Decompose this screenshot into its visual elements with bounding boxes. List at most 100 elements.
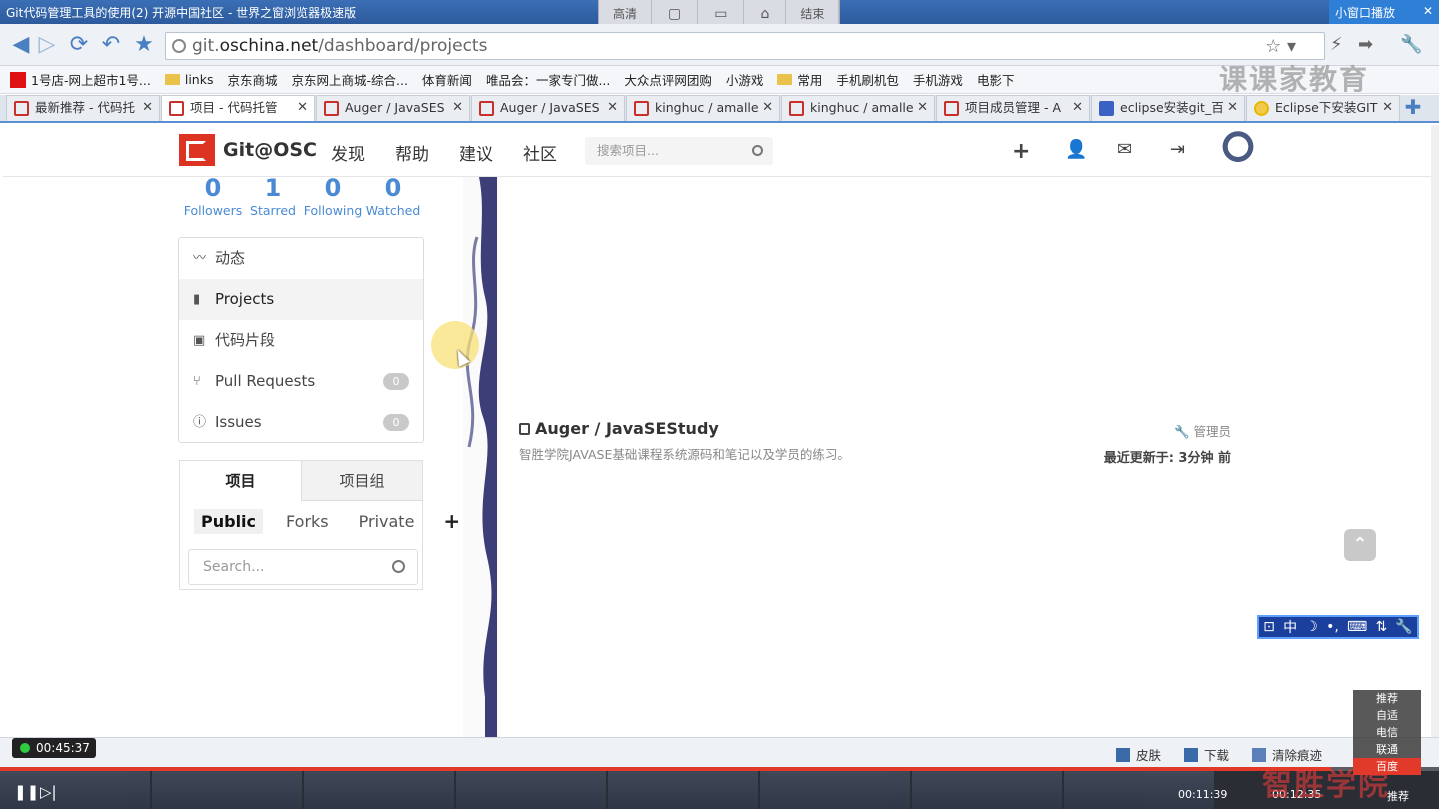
sidebar-item-issues[interactable]: ⓘ Issues 0: [179, 402, 423, 443]
filter-private[interactable]: Private: [352, 509, 422, 534]
ime-moon-icon[interactable]: ☽: [1305, 619, 1318, 635]
ime-punct-icon[interactable]: •,: [1326, 619, 1339, 635]
nav-suggest[interactable]: 建议: [459, 140, 493, 165]
close-icon[interactable]: ✕: [1423, 4, 1433, 20]
tab-close-icon[interactable]: ✕: [1227, 96, 1238, 120]
site-logo[interactable]: Git@OSC: [179, 134, 317, 166]
search-icon[interactable]: [752, 145, 763, 156]
tab-close-icon[interactable]: ✕: [762, 96, 773, 120]
skin-button[interactable]: 皮肤: [1116, 745, 1161, 764]
go-arrow-icon[interactable]: ➡: [1358, 34, 1373, 55]
browser-tab[interactable]: kinghuc / amalle ✕: [626, 95, 780, 121]
ime-toggle-icon[interactable]: ⇅: [1375, 619, 1387, 635]
ime-keyboard-icon[interactable]: ⌨: [1347, 619, 1367, 635]
mail-icon[interactable]: ✉: [1117, 139, 1132, 160]
recommend-button[interactable]: 推荐: [1383, 789, 1413, 805]
logout-icon[interactable]: ⇥: [1170, 139, 1185, 160]
project-search-input[interactable]: 搜索项目...: [585, 137, 773, 165]
sidebar-item-pull-requests[interactable]: ⑂ Pull Requests 0: [179, 361, 423, 402]
download-button[interactable]: 下载: [1184, 745, 1229, 764]
browser-tab[interactable]: eclipse安装git_百 ✕: [1091, 95, 1245, 121]
mini-window-button[interactable]: 小窗口播放 ✕: [1329, 0, 1439, 24]
scroll-to-top-button[interactable]: ⌃: [1344, 529, 1376, 561]
filter-public[interactable]: Public: [194, 508, 264, 534]
shield-favicon-icon: [1254, 101, 1269, 116]
quality-option[interactable]: 联通: [1353, 741, 1421, 758]
project-list-item[interactable]: Auger / JavaSEStudy 智胜学院JAVASE基础课程系统源码和笔…: [519, 419, 1231, 466]
browser-tab[interactable]: Auger / JavaSES ✕: [471, 95, 625, 121]
browser-tab[interactable]: 项目成员管理 - A ✕: [936, 95, 1090, 121]
ime-logo-icon[interactable]: ⊡: [1263, 619, 1275, 635]
tab-close-icon[interactable]: ✕: [607, 96, 618, 120]
quality-option[interactable]: 推荐: [1353, 690, 1421, 707]
page-scrollbar[interactable]: [1431, 125, 1439, 737]
nav-help[interactable]: 帮助: [395, 140, 429, 165]
tab-close-icon[interactable]: ✕: [297, 96, 308, 120]
bookmark-item[interactable]: 京东商城: [227, 70, 277, 89]
bookmark-item[interactable]: 大众点评网团购: [624, 70, 712, 89]
stat-number: 0: [324, 174, 342, 202]
bookmark-item[interactable]: 小游戏: [726, 70, 764, 89]
bookmark-item[interactable]: 1号店-网上超市1号...: [10, 70, 151, 89]
stat-watched[interactable]: 0 Watched: [363, 173, 423, 218]
forward-icon[interactable]: ▷: [34, 32, 60, 58]
sidebar-item-activity[interactable]: 〰动态: [179, 238, 423, 279]
filter-forks[interactable]: Forks: [279, 509, 336, 534]
bookmark-item[interactable]: 电影下: [977, 70, 1015, 89]
tab-close-icon[interactable]: ✕: [1382, 96, 1393, 120]
next-icon[interactable]: ▷|: [40, 783, 57, 801]
lightning-icon[interactable]: ⚡: [1330, 34, 1343, 55]
globe-icon: [172, 39, 186, 53]
bookmark-item[interactable]: 常用: [777, 70, 822, 89]
stat-followers[interactable]: 0 Followers: [183, 173, 243, 218]
stat-following[interactable]: 0 Following: [303, 173, 363, 218]
add-project-plus-icon[interactable]: +: [443, 509, 460, 533]
new-tab-plus-icon[interactable]: ✚: [1401, 95, 1425, 121]
nav-discover[interactable]: 发现: [331, 140, 365, 165]
sidebar-item-snippets[interactable]: ▣ 代码片段: [179, 320, 423, 361]
bookmark-item[interactable]: 唯品会：一家专门做...: [486, 70, 610, 89]
plus-icon[interactable]: +: [1012, 139, 1030, 164]
bookmark-item[interactable]: 手机游戏: [913, 70, 963, 89]
tab-close-icon[interactable]: ✕: [452, 96, 463, 120]
bookmark-item[interactable]: 手机刷机包: [836, 70, 899, 89]
tab-projects[interactable]: 项目: [180, 461, 301, 501]
favorite-star-icon[interactable]: ★: [131, 32, 157, 58]
ime-settings-icon[interactable]: 🔧: [1395, 619, 1412, 635]
bookmark-item[interactable]: links: [164, 72, 213, 87]
browser-tab-active[interactable]: 项目 - 代码托管 ✕: [161, 95, 315, 121]
quality-option[interactable]: 自适: [1353, 707, 1421, 724]
url-path: /dashboard/projects: [318, 36, 488, 56]
tab-close-icon[interactable]: ✕: [1072, 96, 1083, 120]
tab-close-icon[interactable]: ✕: [142, 96, 153, 120]
tab-close-icon[interactable]: ✕: [917, 96, 928, 120]
pause-icon[interactable]: ❚❚: [14, 783, 39, 801]
browser-tab[interactable]: kinghuc / amalle ✕: [781, 95, 935, 121]
ime-chinese-mode[interactable]: 中: [1283, 617, 1297, 637]
tools-icon[interactable]: 🔧: [1400, 34, 1422, 55]
nav-community[interactable]: 社区: [523, 140, 557, 165]
search-icon[interactable]: [392, 560, 405, 573]
address-bar[interactable]: git.oschina.net/dashboard/projects ☆ ▾: [165, 32, 1325, 60]
project-filter-search-input[interactable]: Search...: [188, 549, 418, 585]
project-name[interactable]: Auger / JavaSEStudy: [535, 419, 719, 438]
back-icon[interactable]: ◀: [8, 32, 34, 58]
avatar[interactable]: [1217, 129, 1259, 173]
bookmark-item[interactable]: 京东网上商城-综合...: [291, 70, 407, 89]
bookmark-label: 京东商城: [227, 73, 278, 88]
video-progress-bar[interactable]: [0, 767, 1439, 771]
browser-tab[interactable]: 最新推荐 - 代码托 ✕: [6, 95, 160, 121]
quality-option-selected[interactable]: 百度: [1353, 758, 1421, 775]
sidebar-item-projects[interactable]: ▮ Projects: [179, 279, 423, 320]
bookmark-item[interactable]: 体育新闻: [422, 70, 472, 89]
quality-option[interactable]: 电信: [1353, 724, 1421, 741]
stat-starred[interactable]: 1 Starred: [243, 173, 303, 218]
undo-icon[interactable]: ↶: [98, 32, 124, 58]
browser-tab[interactable]: Eclipse下安装GIT ✕: [1246, 95, 1400, 121]
lock-icon: [519, 423, 530, 435]
refresh-icon[interactable]: ⟳: [66, 32, 92, 58]
user-icon[interactable]: 👤: [1065, 139, 1087, 160]
bookmark-star-icon[interactable]: ☆ ▾: [1265, 34, 1296, 60]
browser-tab[interactable]: Auger / JavaSES ✕: [316, 95, 470, 121]
tab-project-groups[interactable]: 项目组: [300, 461, 422, 501]
